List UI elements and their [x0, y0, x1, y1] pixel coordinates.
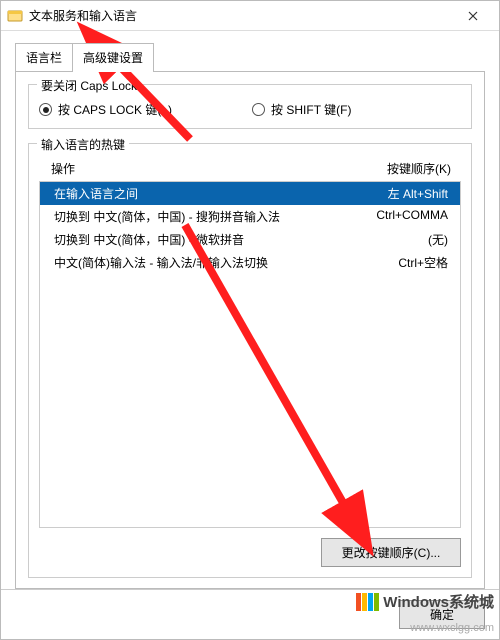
change-sequence-row: 更改按键顺序(C)... — [39, 538, 461, 567]
tabpanel-advanced: 要关闭 Caps Lock 按 CAPS LOCK 键(L) 按 SHIFT 键… — [15, 71, 485, 589]
tab-label: 语言栏 — [26, 51, 62, 65]
hotkey-list[interactable]: 在输入语言之间左 Alt+Shift切换到 中文(简体，中国) - 搜狗拼音输入… — [39, 181, 461, 528]
titlebar: 文本服务和输入语言 — [1, 1, 499, 31]
radio-shift-key[interactable]: 按 SHIFT 键(F) — [252, 101, 351, 118]
hotkey-keys: 左 Alt+Shift — [354, 185, 454, 202]
hotkey-columns: 操作 按键顺序(K) — [39, 156, 461, 181]
radio-label: 按 SHIFT 键(F) — [271, 101, 351, 118]
hotkey-action: 切换到 中文(简体，中国) - 微软拼音 — [46, 231, 354, 248]
app-icon — [7, 8, 23, 24]
dialog-window: 文本服务和输入语言 语言栏 高级键设置 要关闭 Caps Lock 按 CA — [0, 0, 500, 640]
group-hotkeys-wrap: 输入语言的热键 操作 按键顺序(K) 在输入语言之间左 Alt+Shift切换到… — [28, 143, 472, 578]
tab-label: 高级键设置 — [83, 51, 143, 65]
window-title: 文本服务和输入语言 — [29, 7, 453, 24]
group-capslock-legend: 要关闭 Caps Lock — [37, 77, 141, 94]
dialog-footer: 确定 — [1, 589, 499, 639]
radio-label: 按 CAPS LOCK 键(L) — [58, 101, 172, 118]
col-keys: 按键顺序(K) — [347, 160, 457, 177]
capslock-options: 按 CAPS LOCK 键(L) 按 SHIFT 键(F) — [39, 101, 461, 118]
hotkey-row[interactable]: 中文(简体)输入法 - 输入法/非输入法切换Ctrl+空格 — [40, 251, 460, 274]
hotkey-action: 切换到 中文(简体，中国) - 搜狗拼音输入法 — [46, 208, 354, 225]
hotkey-keys: (无) — [354, 231, 454, 248]
col-action: 操作 — [43, 160, 347, 177]
hotkey-keys: Ctrl+COMMA — [354, 208, 454, 225]
radio-icon — [252, 103, 265, 116]
close-icon — [468, 8, 478, 24]
group-hotkeys-legend: 输入语言的热键 — [37, 136, 129, 153]
group-hotkeys: 输入语言的热键 操作 按键顺序(K) 在输入语言之间左 Alt+Shift切换到… — [28, 143, 472, 578]
hotkey-row[interactable]: 切换到 中文(简体，中国) - 搜狗拼音输入法Ctrl+COMMA — [40, 205, 460, 228]
tabstrip: 语言栏 高级键设置 — [15, 43, 485, 71]
hotkey-action: 中文(简体)输入法 - 输入法/非输入法切换 — [46, 254, 354, 271]
hotkey-row[interactable]: 切换到 中文(简体，中国) - 微软拼音(无) — [40, 228, 460, 251]
hotkey-row[interactable]: 在输入语言之间左 Alt+Shift — [40, 182, 460, 205]
hotkey-keys: Ctrl+空格 — [354, 254, 454, 271]
hotkey-action: 在输入语言之间 — [46, 185, 354, 202]
close-button[interactable] — [453, 2, 493, 30]
tab-advanced-key-settings[interactable]: 高级键设置 — [72, 43, 154, 71]
group-capslock: 要关闭 Caps Lock 按 CAPS LOCK 键(L) 按 SHIFT 键… — [28, 84, 472, 129]
radio-capslock-key[interactable]: 按 CAPS LOCK 键(L) — [39, 101, 172, 118]
change-key-sequence-button[interactable]: 更改按键顺序(C)... — [321, 538, 461, 567]
tab-language-bar[interactable]: 语言栏 — [15, 43, 73, 71]
radio-icon — [39, 103, 52, 116]
ok-button[interactable]: 确定 — [399, 600, 485, 629]
content-area: 语言栏 高级键设置 要关闭 Caps Lock 按 CAPS LOCK 键(L)… — [1, 31, 499, 589]
